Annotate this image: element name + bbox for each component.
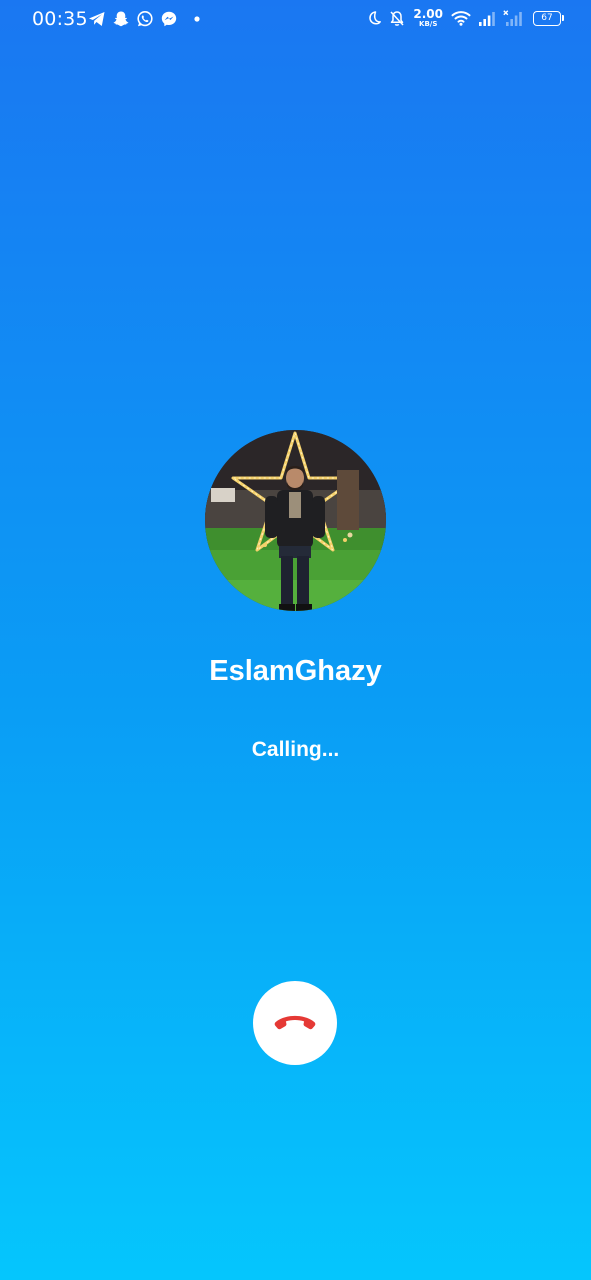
phone-hangup-icon <box>273 1013 317 1033</box>
snapchat-icon <box>112 10 130 28</box>
signal-icon <box>478 11 496 26</box>
system-icons: 2.00 KB/S 67 <box>366 8 564 28</box>
whatsapp-icon <box>136 10 154 28</box>
more-notifications-dot-icon <box>194 16 200 22</box>
caller-avatar <box>205 430 386 611</box>
end-call-button[interactable] <box>253 981 337 1065</box>
signal-no-service-icon <box>503 10 523 26</box>
messenger-icon <box>160 10 178 28</box>
network-speed-unit: KB/S <box>419 20 438 28</box>
notification-icons <box>88 10 200 28</box>
do-not-disturb-moon-icon <box>366 10 382 26</box>
caller-avatar-photo <box>205 430 386 611</box>
call-status: Calling... <box>251 738 340 761</box>
status-time: 00:35 <box>32 8 88 30</box>
network-speed-value: 2.00 <box>413 7 443 21</box>
caller-name: EslamGhazy <box>209 655 382 687</box>
telegram-icon <box>88 11 106 27</box>
battery-level: 67 <box>541 13 553 23</box>
wifi-icon <box>451 10 471 26</box>
network-speed-indicator: 2.00 KB/S <box>413 8 443 28</box>
notifications-muted-icon <box>389 10 405 27</box>
battery-icon: 67 <box>533 10 564 26</box>
status-bar: 00:35 2.00 KB/S 67 <box>0 0 591 40</box>
